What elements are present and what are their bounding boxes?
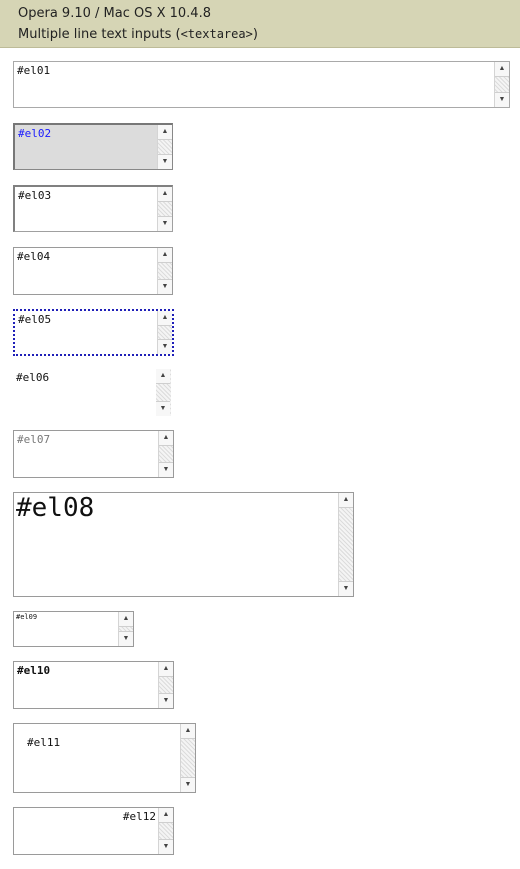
vertical-scrollbar[interactable]: ▲ ▼	[157, 125, 172, 169]
vertical-scrollbar[interactable]: ▲ ▼	[158, 431, 173, 477]
textarea-value: #el09	[16, 613, 38, 621]
textarea-value: #el05	[18, 313, 52, 326]
scroll-down-arrow-icon[interactable]: ▼	[156, 401, 170, 416]
textarea-el05[interactable]: #el05 ▲ ▼	[13, 309, 174, 356]
textarea-el07[interactable]: #el07 ▲ ▼	[13, 430, 174, 478]
scroll-down-arrow-icon[interactable]: ▼	[158, 154, 172, 169]
textarea-el06[interactable]: #el06 ▲ ▼	[13, 369, 171, 416]
scroll-up-arrow-icon[interactable]: ▲	[119, 612, 133, 627]
textarea-value: #el06	[16, 371, 50, 384]
scroll-down-arrow-icon[interactable]: ▼	[158, 339, 172, 354]
vertical-scrollbar[interactable]: ▲ ▼	[180, 724, 195, 792]
scroll-down-arrow-icon[interactable]: ▼	[159, 839, 173, 854]
textarea-el04[interactable]: #el04 ▲ ▼	[13, 247, 173, 295]
textarea-el08[interactable]: #el08 ▲ ▼	[13, 492, 354, 597]
scroll-up-arrow-icon[interactable]: ▲	[158, 248, 172, 263]
scroll-up-arrow-icon[interactable]: ▲	[181, 724, 195, 739]
subtitle-suffix: )	[252, 27, 258, 42]
scroll-up-arrow-icon[interactable]: ▲	[158, 125, 172, 140]
scroll-up-arrow-icon[interactable]: ▲	[159, 808, 173, 823]
textarea-value: #el12	[122, 810, 156, 823]
subtitle-prefix: Multiple line text inputs (	[18, 27, 181, 42]
scroll-down-arrow-icon[interactable]: ▼	[119, 631, 133, 646]
page-header: Opera 9.10 / Mac OS X 10.4.8 Multiple li…	[0, 0, 520, 48]
vertical-scrollbar[interactable]: ▲ ▼	[157, 187, 172, 231]
scroll-down-arrow-icon[interactable]: ▼	[158, 216, 172, 231]
scroll-up-arrow-icon[interactable]: ▲	[156, 369, 170, 384]
scroll-down-arrow-icon[interactable]: ▼	[159, 462, 173, 477]
scroll-up-arrow-icon[interactable]: ▲	[158, 311, 172, 326]
textarea-el09[interactable]: #el09 ▲ ▼	[13, 611, 134, 647]
vertical-scrollbar[interactable]: ▲ ▼	[158, 808, 173, 854]
textarea-value: #el08	[16, 493, 95, 523]
vertical-scrollbar[interactable]: ▲ ▼	[338, 493, 353, 596]
textarea-el10[interactable]: #el10 ▲ ▼	[13, 661, 174, 709]
vertical-scrollbar[interactable]: ▲ ▼	[158, 662, 173, 708]
scroll-up-arrow-icon[interactable]: ▲	[339, 493, 353, 508]
scroll-up-arrow-icon[interactable]: ▲	[159, 662, 173, 677]
scroll-down-arrow-icon[interactable]: ▼	[495, 92, 509, 107]
scroll-up-arrow-icon[interactable]: ▲	[159, 431, 173, 446]
vertical-scrollbar[interactable]: ▲ ▼	[494, 62, 509, 107]
subtitle-code: <textarea>	[180, 27, 253, 41]
scroll-down-arrow-icon[interactable]: ▼	[159, 693, 173, 708]
textarea-value: #el11	[27, 736, 61, 749]
textarea-value: #el04	[17, 250, 51, 263]
vertical-scrollbar[interactable]: ▲ ▼	[157, 248, 172, 294]
vertical-scrollbar[interactable]: ▲ ▼	[156, 369, 171, 416]
scroll-down-arrow-icon[interactable]: ▼	[181, 777, 195, 792]
textarea-value: #el03	[18, 189, 52, 202]
textarea-el02[interactable]: #el02 ▲ ▼	[13, 123, 173, 170]
page-subtitle: Multiple line text inputs (<textarea>)	[18, 27, 258, 42]
textarea-el11[interactable]: #el11 ▲ ▼	[13, 723, 196, 793]
textarea-el12[interactable]: #el12 ▲ ▼	[13, 807, 174, 855]
textarea-value: #el07	[17, 433, 51, 446]
textarea-value: #el10	[17, 664, 51, 677]
scroll-down-arrow-icon[interactable]: ▼	[158, 279, 172, 294]
textarea-value: #el01	[17, 64, 51, 77]
vertical-scrollbar[interactable]: ▲ ▼	[118, 612, 133, 646]
textarea-value: #el02	[18, 127, 52, 140]
textarea-el03[interactable]: #el03 ▲ ▼	[13, 185, 173, 232]
scroll-up-arrow-icon[interactable]: ▲	[158, 187, 172, 202]
scroll-down-arrow-icon[interactable]: ▼	[339, 581, 353, 596]
textarea-el01[interactable]: #el01 ▲ ▼	[13, 61, 510, 108]
browser-title: Opera 9.10 / Mac OS X 10.4.8	[18, 6, 211, 21]
scroll-up-arrow-icon[interactable]: ▲	[495, 62, 509, 77]
vertical-scrollbar[interactable]: ▲ ▼	[157, 311, 172, 354]
